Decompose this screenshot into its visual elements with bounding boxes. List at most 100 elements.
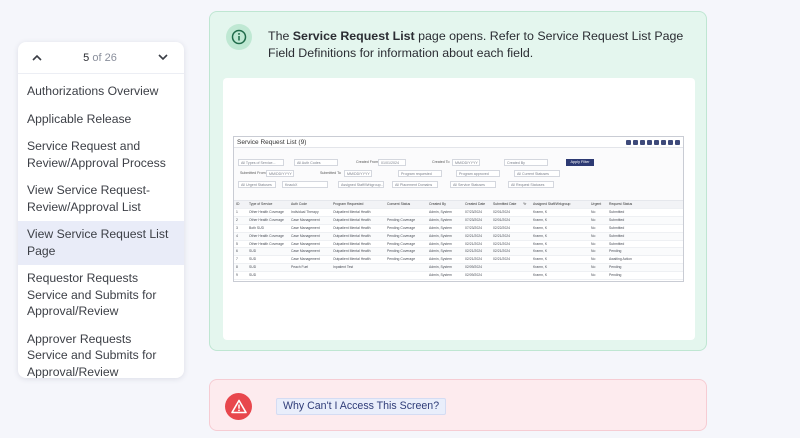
info-text-lead: The [268, 29, 293, 43]
print-icon [647, 139, 652, 145]
table-cell [385, 271, 427, 281]
column-header: Yr [521, 201, 531, 209]
table-cell: SUD [247, 263, 289, 273]
table-cell: Kramn, K [531, 271, 589, 281]
table-cell: No [589, 208, 607, 217]
table-cell: Outpatient Mental Health [331, 232, 385, 241]
nav-item[interactable]: View Service Request-Review/Approval Lis… [18, 177, 184, 221]
nav-item[interactable]: Service Request and Review/Approval Proc… [18, 133, 184, 177]
table-cell: 02/21/2024 [463, 240, 491, 249]
table-cell: 02/21/2024 [463, 255, 491, 265]
table-cell: Admin, System [427, 224, 463, 233]
auth-codes-select: All Auth Codes [294, 159, 338, 166]
column-header: Request Status [607, 201, 683, 209]
column-header: Submitted Date [491, 201, 521, 209]
table-cell [289, 271, 331, 281]
service-statuses-select: All Service Statuses [450, 181, 496, 188]
nav-item[interactable]: Applicable Release [18, 106, 184, 134]
table-cell: 4 [234, 232, 247, 241]
assigned-staff-input: Assigned Staff/Wrkgroup... [338, 181, 384, 188]
request-table: ID Type of Service Auth Code Program Reques… [234, 201, 683, 281]
info-icon [226, 24, 252, 50]
column-header: ID [234, 201, 247, 209]
request-statuses-select: All Request Statuses [508, 181, 554, 188]
chevron-up-icon[interactable] [28, 49, 46, 67]
app-title: Service Request List (9) [237, 138, 307, 146]
table-cell: SUD [247, 255, 289, 265]
access-help-link[interactable]: Why Can't I Access This Screen? [276, 398, 447, 415]
table-cell: No [589, 255, 607, 265]
table-cell: Outpatient Mental Health [331, 224, 385, 233]
nav-item[interactable]: Requestor Requests Service and Submits f… [18, 265, 184, 326]
nav-header: 5 of 26 [18, 42, 184, 74]
table-cell: Both SUD [247, 224, 289, 233]
program-requested-input: Program requested [398, 170, 442, 177]
info-text: The Service Request List page opens. Ref… [268, 28, 688, 62]
table-cell: Kramn, K [531, 216, 589, 225]
table-cell: Case Management [289, 224, 331, 233]
table-cell: Pending Coverage [385, 216, 427, 225]
columns-icon [675, 139, 680, 145]
table-cell: 02/21/2024 [491, 232, 521, 241]
table-cell: Inpatient Test [331, 263, 385, 273]
table-cell: Pending [607, 271, 683, 281]
column-header: Assigned Staff/Wrkgroup [531, 201, 589, 209]
table-cell: 7 [234, 255, 247, 265]
table-cell: 3 [234, 224, 247, 233]
submitted-to-input: MM/DD/YYYY [344, 170, 372, 177]
user-icon [626, 139, 631, 145]
table-cell: Other Health Coverage [247, 216, 289, 225]
table-cell: Submitted [607, 224, 683, 233]
table-cell: Admin, System [427, 255, 463, 265]
page-counter-current: 5 [83, 51, 90, 64]
page-counter: 5 of 26 [83, 52, 117, 64]
table-cell: 02/01/2024 [491, 216, 521, 225]
knack-input: KnackX [282, 181, 328, 188]
table-cell [521, 224, 531, 233]
created-to-input: MM/DD/YYYY [452, 159, 480, 166]
table-cell: 02/01/2024 [491, 208, 521, 217]
table-row: 8 SUD Peach Fuel Inpatient Test Admin, Syste… [234, 263, 683, 273]
table-cell: Kramn, K [531, 208, 589, 217]
table-cell: SUD [247, 271, 289, 281]
submitted-to-label: Submitted To [320, 171, 341, 175]
chevron-down-icon[interactable] [154, 49, 172, 67]
apply-filter-button: Apply Filter [566, 159, 594, 166]
table-cell: 02/21/2024 [491, 255, 521, 265]
column-header: Created By [427, 201, 463, 209]
settings-icon [661, 139, 666, 145]
table-cell: No [589, 247, 607, 257]
table-row: 2 Other Health Coverage Case Management Out… [234, 216, 683, 225]
column-header: Type of Service [247, 201, 289, 209]
table-row: 9 SUD Admin, System 02/09/2024 Kramn, K No Pen… [234, 271, 683, 281]
table-cell [521, 232, 531, 241]
table-row: 3 Both SUD Case Management Outpatient Menta… [234, 224, 683, 233]
table-cell [521, 255, 531, 265]
service-request-list-screenshot: Service Request List (9) All Types of Se… [233, 136, 684, 282]
table-cell: Pending Coverage [385, 240, 427, 249]
table-cell: 02/21/2024 [491, 247, 521, 257]
info-text-bold: Service Request List [292, 29, 415, 43]
nav-item[interactable]: Authorizations Overview [18, 78, 184, 106]
table-cell: Outpatient Mental Health [331, 216, 385, 225]
column-header: Consent Status [385, 201, 427, 209]
table-cell: Admin, System [427, 271, 463, 281]
app-toolbar-icons [626, 139, 680, 145]
nav-item[interactable]: Approver Requests Service and Submits fo… [18, 326, 184, 379]
table-cell: 07/23/2024 [463, 208, 491, 217]
page-counter-total: of 26 [92, 51, 117, 64]
created-by-input: Created By [504, 159, 548, 166]
table-cell: Case Management [289, 255, 331, 265]
table-cell: Admin, System [427, 216, 463, 225]
table-cell: No [589, 216, 607, 225]
table-cell: 8 [234, 263, 247, 273]
table-header: ID Type of Service Auth Code Program Reques… [234, 201, 683, 209]
table-cell: 02/21/2024 [463, 232, 491, 241]
table-row: 5 Other Health Coverage Case Management Out… [234, 240, 683, 249]
table-cell: Kramn, K [531, 224, 589, 233]
warning-icon [225, 393, 252, 420]
table-cell: Admin, System [427, 240, 463, 249]
type-of-service-select: All Types of Service... [238, 159, 284, 166]
nav-item[interactable]: View Service Request List Page [18, 221, 184, 265]
table-cell: Outpatient Mental Health [331, 208, 385, 217]
